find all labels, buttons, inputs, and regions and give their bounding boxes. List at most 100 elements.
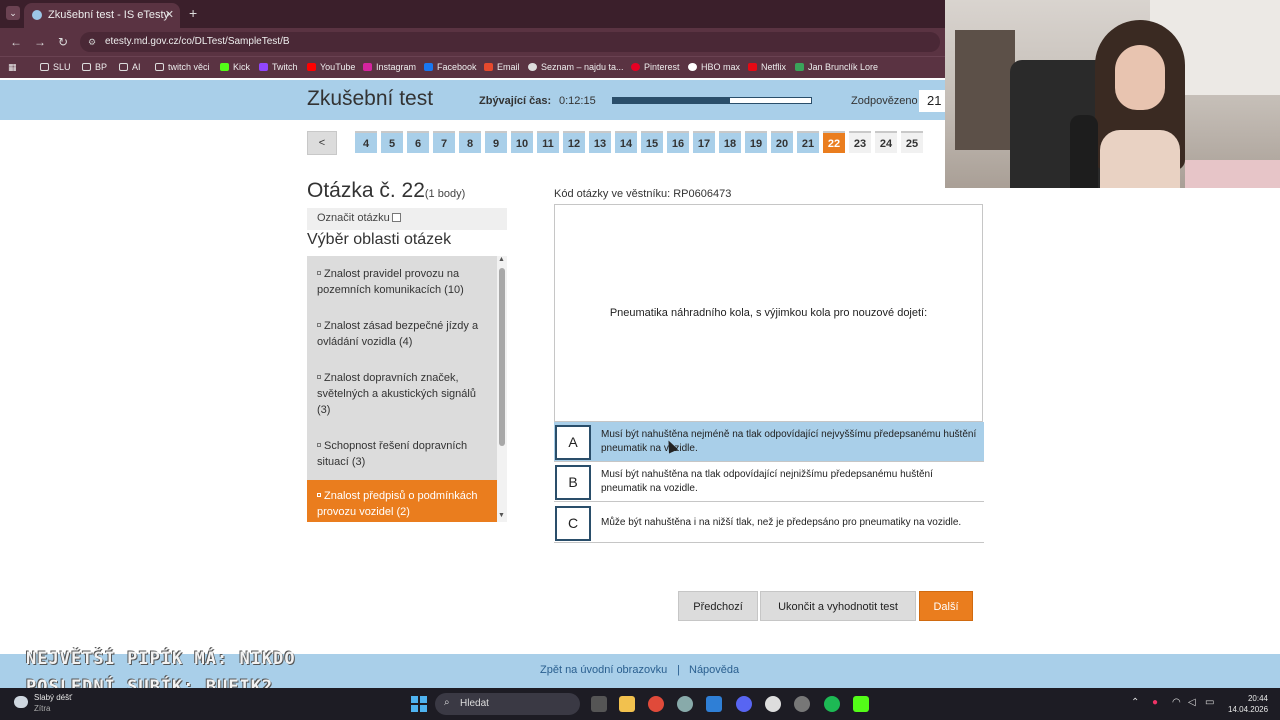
question-nav-8[interactable]: 8 <box>459 131 481 153</box>
webcam-streamer <box>1095 20 1185 188</box>
tray-overflow-icon[interactable]: ⌃ <box>1131 697 1139 708</box>
question-nav-21[interactable]: 21 <box>797 131 819 153</box>
area-item-vehicle-regulations[interactable]: Znalost předpisů o podmínkách provozu vo… <box>307 480 497 522</box>
question-nav-10[interactable]: 10 <box>511 131 533 153</box>
weather-title: Slabý déšť <box>34 693 73 702</box>
mark-question-checkbox[interactable] <box>391 213 401 222</box>
question-nav-prev-button[interactable]: < <box>307 131 337 155</box>
area-item-traffic-rules[interactable]: Znalost pravidel provozu na pozemních ko… <box>307 266 497 298</box>
tab-list-dropdown-icon[interactable]: ⌄ <box>6 6 20 20</box>
task-view-icon[interactable] <box>591 696 607 712</box>
music-app-icon[interactable] <box>765 696 781 712</box>
question-nav-7[interactable]: 7 <box>433 131 455 153</box>
scroll-up-icon[interactable]: ▲ <box>498 256 505 263</box>
question-nav-11[interactable]: 11 <box>537 131 559 153</box>
home-link[interactable]: Zpět na úvodní obrazovku <box>540 664 667 676</box>
question-nav-20[interactable]: 20 <box>771 131 793 153</box>
bookmark-slu[interactable]: SLU <box>40 62 71 72</box>
answer-option-a[interactable]: A Musí být nahuštěna nejméně na tlak odp… <box>554 422 984 462</box>
microphone-icon[interactable]: ● <box>1152 697 1158 708</box>
reload-icon[interactable]: ↻ <box>58 35 68 49</box>
weather-widget[interactable]: Slabý déšť Zítra <box>34 692 72 714</box>
battery-icon[interactable]: ▭ <box>1205 697 1214 708</box>
chrome-icon[interactable] <box>648 696 664 712</box>
spotify-icon[interactable] <box>824 696 840 712</box>
weather-rain-icon[interactable] <box>14 696 28 708</box>
answer-text: Musí být nahuštěna nejméně na tlak odpov… <box>601 429 977 454</box>
question-nav-13[interactable]: 13 <box>589 131 611 153</box>
back-icon[interactable]: ← <box>10 35 22 49</box>
previous-button[interactable]: Předchozí <box>678 591 758 621</box>
bookmark-seznam[interactable]: Seznam – najdu ta... <box>528 62 624 72</box>
weather-sub: Zítra <box>34 704 51 713</box>
next-button[interactable]: Další <box>919 591 973 621</box>
area-bullet-icon <box>317 375 321 379</box>
settings-gear-icon[interactable] <box>677 696 693 712</box>
areas-scrollbar[interactable]: ▲ ▼ <box>497 256 507 522</box>
bookmark-youtube[interactable]: YouTube <box>307 62 355 72</box>
question-nav-23[interactable]: 23 <box>849 131 871 153</box>
bookmark-kick[interactable]: Kick <box>220 62 250 72</box>
mark-question-label: Označit otázku <box>317 212 390 224</box>
url-field[interactable]: ⚙ etesty.md.gov.cz/co/DLTest/SampleTest/… <box>80 32 940 52</box>
finish-test-button[interactable]: Ukončit a vyhodnotit test <box>760 591 916 621</box>
area-item-safe-driving[interactable]: Znalost zásad bezpečné jízdy a ovládání … <box>307 318 497 350</box>
bookmark-jan-brunclik-lore[interactable]: Jan Brunclík Lore <box>795 62 878 72</box>
photos-icon[interactable] <box>706 696 722 712</box>
question-nav-14[interactable]: 14 <box>615 131 637 153</box>
area-item-traffic-situations[interactable]: Schopnost řešení dopravních situací (3) <box>307 438 497 470</box>
answer-letter[interactable]: C <box>555 506 591 541</box>
taskbar-clock[interactable]: 20:44 14.04.2026 <box>1228 693 1268 715</box>
wifi-icon[interactable]: ◠ <box>1172 697 1181 708</box>
question-nav-15[interactable]: 15 <box>641 131 663 153</box>
question-nav-5[interactable]: 5 <box>381 131 403 153</box>
bookmark-ai[interactable]: AI <box>119 62 141 72</box>
question-nav-9[interactable]: 9 <box>485 131 507 153</box>
answer-option-c[interactable]: C Může být nahuštěna i na nižší tlak, ne… <box>554 503 984 543</box>
bookmark-hbo-max[interactable]: HBO max <box>688 62 740 72</box>
question-nav-12[interactable]: 12 <box>563 131 585 153</box>
question-nav-18[interactable]: 18 <box>719 131 741 153</box>
mark-question-row[interactable]: Označit otázku <box>307 208 507 230</box>
scroll-thumb[interactable] <box>499 268 505 446</box>
answer-letter[interactable]: B <box>555 465 591 500</box>
url-text: etesty.md.gov.cz/co/DLTest/SampleTest/B <box>105 36 290 47</box>
kick-app-icon[interactable] <box>853 696 869 712</box>
question-nav-16[interactable]: 16 <box>667 131 689 153</box>
browser-tab[interactable]: Zkušební test - IS eTesty ✕ <box>24 3 180 28</box>
taskbar-search[interactable]: ⌕ Hledat <box>435 693 580 715</box>
question-nav-25[interactable]: 25 <box>901 131 923 153</box>
obs-icon[interactable] <box>794 696 810 712</box>
site-info-icon[interactable]: ⚙ <box>88 37 96 48</box>
answer-letter[interactable]: A <box>555 425 591 460</box>
time-progress-fill <box>613 98 730 103</box>
scroll-down-icon[interactable]: ▼ <box>498 512 505 519</box>
start-menu-icon[interactable] <box>411 696 427 712</box>
bookmark-email[interactable]: Email <box>484 62 520 72</box>
bookmark-instagram[interactable]: Instagram <box>363 62 416 72</box>
bookmark-twitch-veci[interactable]: twitch věci <box>155 62 210 72</box>
close-tab-icon[interactable]: ✕ <box>165 8 174 21</box>
apps-grid-icon[interactable]: ▦ <box>8 62 17 73</box>
question-nav-6[interactable]: 6 <box>407 131 429 153</box>
question-nav-24[interactable]: 24 <box>875 131 897 153</box>
area-bullet-icon <box>317 323 321 327</box>
area-item-traffic-signs[interactable]: Znalost dopravních značek, světelných a … <box>307 370 497 418</box>
bookmark-bp[interactable]: BP <box>82 62 107 72</box>
bookmark-twitch[interactable]: Twitch <box>259 62 298 72</box>
file-explorer-icon[interactable] <box>619 696 635 712</box>
new-tab-icon[interactable]: + <box>189 5 197 21</box>
forward-icon[interactable]: → <box>34 35 46 49</box>
volume-icon[interactable]: ◁ <box>1188 697 1196 708</box>
bookmark-facebook[interactable]: Facebook <box>424 62 477 72</box>
bookmark-pinterest[interactable]: Pinterest <box>631 62 680 72</box>
question-nav-22[interactable]: 22 <box>823 131 845 153</box>
question-nav-4[interactable]: 4 <box>355 131 377 153</box>
help-link[interactable]: Nápověda <box>689 664 739 676</box>
search-icon: ⌕ <box>444 697 450 708</box>
question-nav-17[interactable]: 17 <box>693 131 715 153</box>
answer-option-b[interactable]: B Musí být nahuštěna na tlak odpovídajíc… <box>554 462 984 502</box>
discord-icon[interactable] <box>736 696 752 712</box>
bookmark-netflix[interactable]: Netflix <box>748 62 786 72</box>
question-nav-19[interactable]: 19 <box>745 131 767 153</box>
